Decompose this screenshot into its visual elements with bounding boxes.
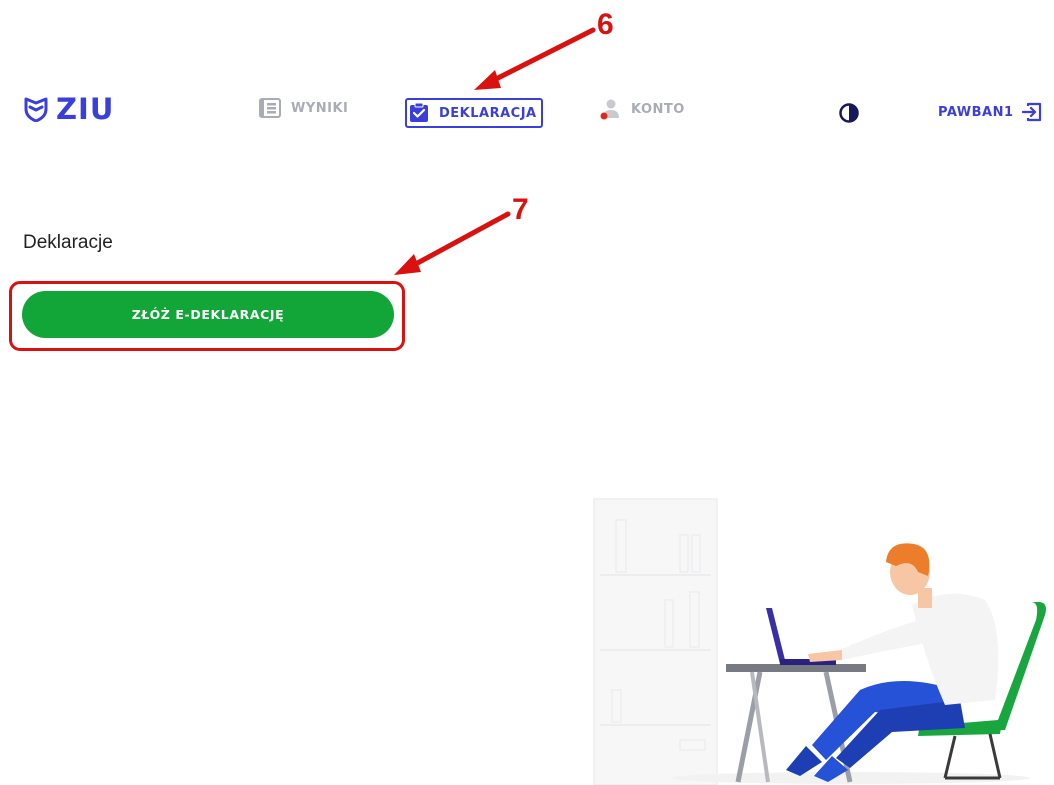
illustration-bookshelf [593,498,718,785]
annotation-arrow-6 [474,27,596,90]
overlay-graphics [394,27,1046,785]
annotation-arrow-7 [394,211,511,275]
